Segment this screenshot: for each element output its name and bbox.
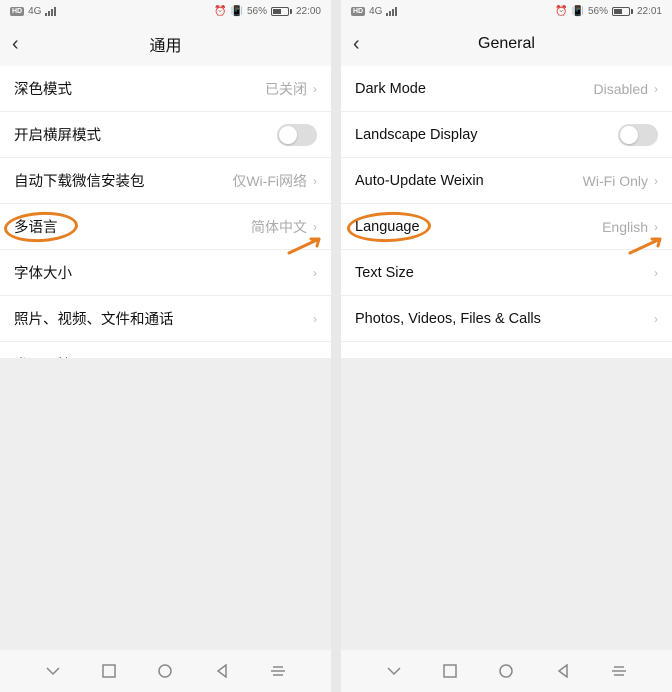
chevron-right-icon: ›: [654, 174, 658, 188]
chevron-right-icon: ›: [313, 82, 317, 96]
empty-space: [341, 358, 672, 650]
row-autoupdate[interactable]: 自动下载微信安装包 仅Wi-Fi网络 ›: [0, 158, 331, 204]
nav-dropdown-icon[interactable]: [386, 663, 402, 679]
header: ‹ General: [341, 22, 672, 66]
chevron-right-icon: ›: [654, 220, 658, 234]
chevron-right-icon: ›: [313, 220, 317, 234]
nav-back-icon[interactable]: [556, 664, 570, 678]
phone-left: HD 4G ⏰ 📳 56% 22:00 ‹ 通用 深色模式 已关闭 › 开启横屏模…: [0, 0, 331, 692]
row-language[interactable]: 多语言 简体中文 ›: [0, 204, 331, 250]
row-label: 多语言: [14, 216, 58, 237]
chevron-right-icon: ›: [654, 82, 658, 96]
phone-right: HD 4G ⏰ 📳 56% 22:01 ‹ General Dark Mode …: [341, 0, 672, 692]
row-media[interactable]: 照片、视频、文件和通话 ›: [0, 296, 331, 342]
nav-bar: [341, 650, 672, 692]
back-button[interactable]: ‹: [12, 34, 19, 54]
row-darkmode[interactable]: Dark Mode Disabled ›: [341, 66, 672, 112]
nav-recent-icon[interactable]: [443, 664, 457, 678]
row-value: English: [602, 219, 648, 235]
row-label: Dark Mode: [355, 81, 426, 97]
row-label: 字体大小: [14, 262, 72, 283]
row-textsize[interactable]: Text Size ›: [341, 250, 672, 296]
signal-icon: [45, 6, 56, 16]
network-label: 4G: [369, 6, 382, 17]
network-label: 4G: [28, 6, 41, 17]
row-label: Photos, Videos, Files & Calls: [355, 311, 541, 327]
row-landscape[interactable]: Landscape Display: [341, 112, 672, 158]
nav-menu-icon[interactable]: [270, 664, 286, 678]
row-discover[interactable]: 发现页管理 ›: [0, 342, 331, 358]
vibrate-icon: 📳: [572, 6, 584, 17]
row-value: 已关闭: [265, 79, 307, 99]
header: ‹ 通用: [0, 22, 331, 66]
row-value: 简体中文: [251, 217, 307, 237]
row-autoupdate[interactable]: Auto-Update Weixin Wi-Fi Only ›: [341, 158, 672, 204]
row-label: Landscape Display: [355, 127, 478, 143]
chevron-right-icon: ›: [654, 266, 658, 280]
toggle-switch[interactable]: [618, 124, 658, 146]
battery-icon: [271, 7, 292, 16]
row-label: 照片、视频、文件和通话: [14, 308, 174, 329]
chevron-right-icon: ›: [654, 358, 658, 359]
settings-list: 深色模式 已关闭 › 开启横屏模式 自动下载微信安装包 仅Wi-Fi网络 › 多语言…: [0, 66, 331, 358]
nav-bar: [0, 650, 331, 692]
row-label: 发现页管理: [14, 354, 87, 358]
toggle-switch[interactable]: [277, 124, 317, 146]
row-label: Text Size: [355, 265, 414, 281]
hd-badge-icon: HD: [10, 7, 24, 16]
chevron-right-icon: ›: [313, 174, 317, 188]
hd-badge-icon: HD: [351, 7, 365, 16]
row-label: 深色模式: [14, 78, 72, 99]
clock-time: 22:00: [296, 6, 321, 17]
row-darkmode[interactable]: 深色模式 已关闭 ›: [0, 66, 331, 112]
nav-menu-icon[interactable]: [611, 664, 627, 678]
nav-home-icon[interactable]: [157, 663, 173, 679]
status-bar: HD 4G ⏰ 📳 56% 22:01: [341, 0, 672, 22]
settings-list: Dark Mode Disabled › Landscape Display Au…: [341, 66, 672, 358]
chevron-right-icon: ›: [654, 312, 658, 326]
chevron-right-icon: ›: [313, 312, 317, 326]
row-label: 自动下载微信安装包: [14, 170, 145, 191]
empty-space: [0, 358, 331, 650]
battery-pct: 56%: [247, 6, 267, 17]
row-value: Wi-Fi Only: [583, 173, 648, 189]
clock-time: 22:01: [637, 6, 662, 17]
row-discover[interactable]: Manage Discover ›: [341, 342, 672, 358]
row-language[interactable]: Language English ›: [341, 204, 672, 250]
row-label: 开启横屏模式: [14, 124, 101, 145]
vibrate-icon: 📳: [231, 6, 243, 17]
alarm-icon: ⏰: [214, 6, 226, 17]
page-title: 通用: [149, 32, 181, 56]
back-button[interactable]: ‹: [353, 34, 360, 54]
row-value: Disabled: [594, 81, 648, 97]
battery-icon: [612, 7, 633, 16]
chevron-right-icon: ›: [313, 266, 317, 280]
nav-dropdown-icon[interactable]: [45, 663, 61, 679]
status-bar: HD 4G ⏰ 📳 56% 22:00: [0, 0, 331, 22]
alarm-icon: ⏰: [555, 6, 567, 17]
chevron-right-icon: ›: [313, 358, 317, 359]
nav-back-icon[interactable]: [215, 664, 229, 678]
page-title: General: [478, 35, 535, 53]
battery-pct: 56%: [588, 6, 608, 17]
nav-recent-icon[interactable]: [102, 664, 116, 678]
row-media[interactable]: Photos, Videos, Files & Calls ›: [341, 296, 672, 342]
row-value: 仅Wi-Fi网络: [232, 171, 307, 191]
row-textsize[interactable]: 字体大小 ›: [0, 250, 331, 296]
signal-icon: [386, 6, 397, 16]
row-label: Auto-Update Weixin: [355, 173, 484, 189]
row-label: Language: [355, 219, 420, 235]
nav-home-icon[interactable]: [498, 663, 514, 679]
row-label: Manage Discover: [355, 357, 468, 359]
row-landscape[interactable]: 开启横屏模式: [0, 112, 331, 158]
